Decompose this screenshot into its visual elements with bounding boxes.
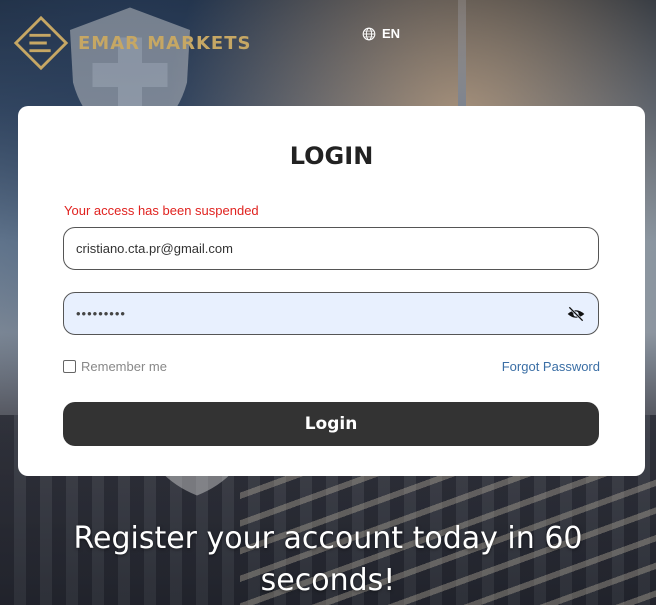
language-selector[interactable]: EN xyxy=(362,26,400,41)
brand-name: EMAR MARKETS xyxy=(78,32,252,54)
register-line-1: Register your account today in 60 xyxy=(73,521,583,556)
globe-icon xyxy=(362,27,376,40)
emar-markets-logo-icon xyxy=(13,15,69,71)
eye-off-icon[interactable] xyxy=(566,304,586,324)
login-title: LOGIN xyxy=(289,142,374,170)
password-value: ••••••••• xyxy=(76,306,126,321)
register-line-2: seconds! xyxy=(260,563,396,598)
error-message: Your access has been suspended xyxy=(64,203,259,218)
language-code: EN xyxy=(382,26,401,41)
login-card: LOGIN Your access has been suspended cri… xyxy=(18,106,645,476)
password-field[interactable]: ••••••••• xyxy=(63,292,599,335)
background-tower xyxy=(458,0,466,110)
forgot-password-link[interactable]: Forgot Password xyxy=(502,359,600,374)
remember-me[interactable]: Remember me xyxy=(63,359,167,374)
register-tagline: Register your account today in 60 second… xyxy=(0,518,656,602)
brand-logo[interactable]: EMAR MARKETS xyxy=(12,14,251,72)
remember-label: Remember me xyxy=(81,359,167,374)
email-value: cristiano.cta.pr@gmail.com xyxy=(76,241,233,256)
remember-checkbox[interactable] xyxy=(63,360,76,373)
email-field[interactable]: cristiano.cta.pr@gmail.com xyxy=(63,227,599,270)
login-button[interactable]: Login xyxy=(63,402,599,446)
